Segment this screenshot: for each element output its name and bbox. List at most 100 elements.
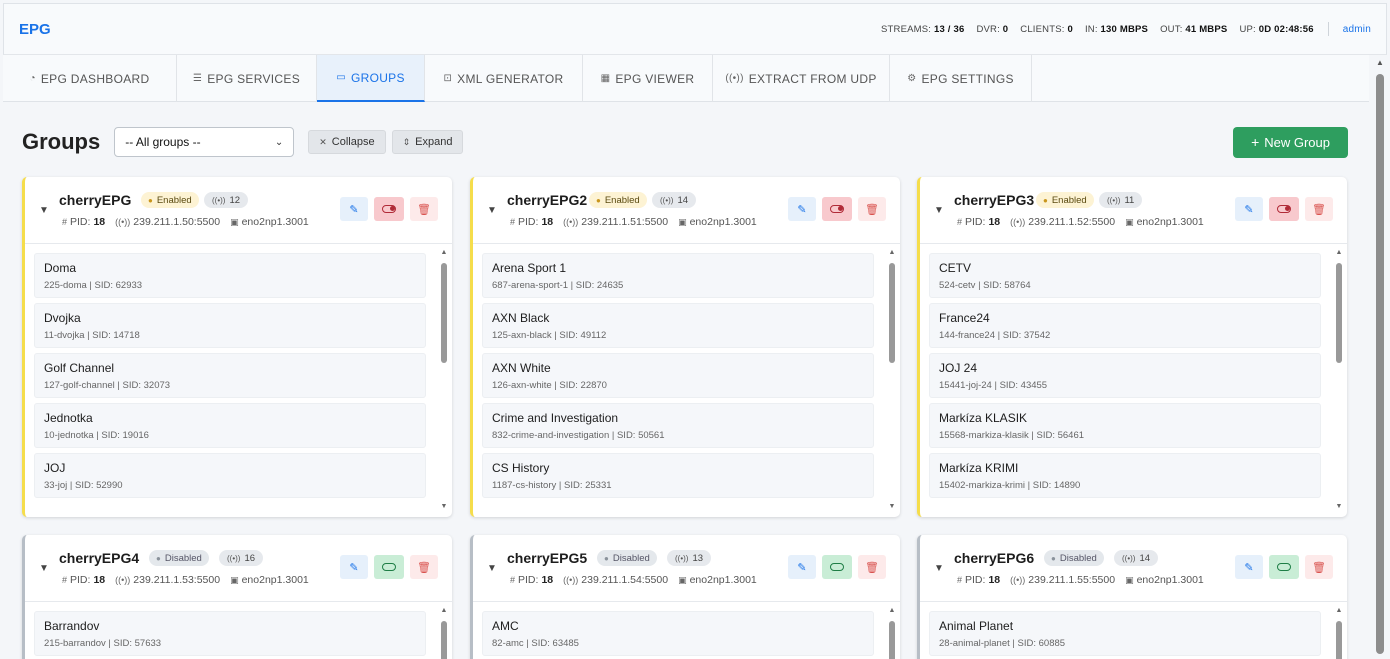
service-details: 15441-joj-24 | SID: 43455	[939, 380, 1048, 391]
edit-group-button[interactable]: ✎	[340, 555, 368, 579]
tab-extract-from-udp[interactable]: ((•)) EXTRACT FROM UDP	[713, 55, 890, 102]
service-item[interactable]: France24 144-france24 | SID: 37542	[929, 303, 1321, 348]
delete-group-button[interactable]: 🗑	[858, 197, 886, 221]
tab-epg-dashboard[interactable]: ◔ EPG DASHBOARD	[3, 55, 177, 102]
stat-uptime: UP: 0D 02:48:56	[1239, 23, 1314, 35]
group-name: cherryEPG	[59, 192, 132, 208]
scroll-up-arrow-icon[interactable]: ▲	[440, 607, 448, 614]
caret-down-icon[interactable]: ▼	[487, 205, 497, 216]
service-list-scrollbar[interactable]: ▲	[888, 605, 896, 659]
service-item[interactable]: CS History 1187-cs-history | SID: 25331	[482, 453, 874, 498]
service-name: AMC	[492, 619, 519, 633]
service-item[interactable]: AXN Black 125-axn-black | SID: 49112	[482, 303, 874, 348]
toggle-group-button[interactable]	[1269, 197, 1299, 221]
scroll-up-arrow-icon[interactable]: ▲	[440, 249, 448, 256]
caret-down-icon[interactable]: ▼	[39, 563, 49, 574]
delete-group-button[interactable]: 🗑	[410, 197, 438, 221]
service-item[interactable]: JOJ 24 15441-joj-24 | SID: 43455	[929, 353, 1321, 398]
service-item[interactable]: Arena Sport 1 687-arena-sport-1 | SID: 24…	[482, 253, 874, 298]
scroll-up-arrow-icon[interactable]: ▲	[888, 607, 896, 614]
service-list-scrollbar[interactable]: ▲	[1335, 605, 1343, 659]
broadcast-icon: ((•))	[115, 217, 131, 227]
service-item[interactable]: Dvojka 11-dvojka | SID: 14718	[34, 303, 426, 348]
service-list-scrollbar[interactable]: ▲ ▼	[1335, 247, 1343, 517]
scroll-down-arrow-icon[interactable]: ▼	[440, 503, 448, 510]
page-scrollbar-thumb[interactable]	[1376, 74, 1384, 654]
service-item[interactable]: Barrandov 215-barrandov | SID: 57633	[34, 611, 426, 656]
scroll-down-arrow-icon[interactable]: ▼	[888, 503, 896, 510]
brand-logo[interactable]: EPG	[19, 21, 51, 38]
delete-group-button[interactable]: 🗑	[1305, 197, 1333, 221]
service-item[interactable]: Markíza KRIMI 15402-markiza-krimi | SID: …	[929, 453, 1321, 498]
status-stats: STREAMS: 13 / 36 DVR: 0 CLIENTS: 0 IN: 1…	[869, 22, 1371, 36]
edit-group-button[interactable]: ✎	[788, 197, 816, 221]
group-meta: # PID: 18 ((•)) 239.211.1.55:5500 ▣ eno2np1.30…	[957, 574, 1204, 586]
caret-down-icon[interactable]: ▼	[934, 205, 944, 216]
service-item[interactable]: Jednotka 10-jednotka | SID: 19016	[34, 403, 426, 448]
service-item[interactable]: Crime and Investigation 832-crime-and-inv…	[482, 403, 874, 448]
toggle-group-button[interactable]	[822, 555, 852, 579]
service-list-scrollbar[interactable]: ▲ ▼	[888, 247, 896, 517]
toggle-group-button[interactable]	[1269, 555, 1299, 579]
caret-down-icon[interactable]: ▼	[39, 205, 49, 216]
collapse-button[interactable]: ✕ Collapse	[308, 130, 386, 154]
service-list-scrollbar[interactable]: ▲	[440, 605, 448, 659]
gauge-icon: ◔	[29, 73, 36, 84]
tab-xml-generator[interactable]: ⊡ XML GENERATOR	[425, 55, 583, 102]
edit-group-button[interactable]: ✎	[340, 197, 368, 221]
service-list-scrollbar-thumb[interactable]	[889, 263, 895, 363]
service-list-scrollbar-thumb[interactable]	[889, 621, 895, 659]
group-card-header: ▼ cherryEPG6 ● Disabled ((•)) 14 # PID: 18 ((•)) 2…	[920, 535, 1347, 602]
service-details: 125-axn-black | SID: 49112	[492, 330, 607, 341]
service-list: Barrandov 215-barrandov | SID: 57633	[34, 611, 426, 659]
scroll-up-arrow-icon[interactable]: ▲	[1374, 58, 1386, 67]
toggle-group-button[interactable]	[822, 197, 852, 221]
edit-group-button[interactable]: ✎	[788, 555, 816, 579]
service-item[interactable]: JOJ 33-joj | SID: 52990	[34, 453, 426, 498]
service-item[interactable]: Animal Planet 28-animal-planet | SID: 608…	[929, 611, 1321, 656]
edit-group-button[interactable]: ✎	[1235, 555, 1263, 579]
service-details: 10-jednotka | SID: 19016	[44, 430, 149, 441]
service-list-scrollbar-thumb[interactable]	[441, 621, 447, 659]
delete-group-button[interactable]: 🗑	[858, 555, 886, 579]
service-count-badge: ((•)) 13	[667, 550, 712, 566]
caret-down-icon[interactable]: ▼	[934, 563, 944, 574]
broadcast-icon: ((•))	[675, 553, 689, 563]
user-menu-link[interactable]: admin	[1343, 24, 1371, 35]
service-details: 524-cetv | SID: 58764	[939, 280, 1031, 291]
scroll-down-arrow-icon[interactable]: ▼	[1335, 503, 1343, 510]
scroll-up-arrow-icon[interactable]: ▲	[1335, 607, 1343, 614]
service-item[interactable]: CETV 524-cetv | SID: 58764	[929, 253, 1321, 298]
service-list-scrollbar-thumb[interactable]	[441, 263, 447, 363]
tab-epg-services[interactable]: ☰ EPG SERVICES	[177, 55, 317, 102]
scroll-up-arrow-icon[interactable]: ▲	[888, 249, 896, 256]
new-group-button[interactable]: + New Group	[1233, 126, 1348, 158]
tab-groups[interactable]: ▭ GROUPS	[317, 55, 425, 102]
toggle-group-button[interactable]	[374, 197, 404, 221]
scroll-up-arrow-icon[interactable]: ▲	[1335, 249, 1343, 256]
group-filter-select[interactable]: -- All groups -- ⌄	[114, 127, 295, 157]
page-scrollbar[interactable]: ▲	[1374, 58, 1386, 659]
tab-epg-viewer[interactable]: ▦ EPG VIEWER	[583, 55, 713, 102]
service-item[interactable]: Markíza KLASIK 15568-markiza-klasik | SID…	[929, 403, 1321, 448]
edit-group-button[interactable]: ✎	[1235, 197, 1263, 221]
delete-group-button[interactable]: 🗑	[1305, 555, 1333, 579]
toggle-group-button[interactable]	[374, 555, 404, 579]
chevron-down-icon: ⌄	[274, 136, 284, 148]
service-list-scrollbar[interactable]: ▲ ▼	[440, 247, 448, 517]
caret-down-icon[interactable]: ▼	[487, 563, 497, 574]
service-list-scrollbar-thumb[interactable]	[1336, 621, 1342, 659]
service-item[interactable]: AXN White 126-axn-white | SID: 22870	[482, 353, 874, 398]
network-interface-icon: ▣	[1125, 574, 1134, 585]
service-details: 127-golf-channel | SID: 32073	[44, 380, 171, 391]
service-list-scrollbar-thumb[interactable]	[1336, 263, 1342, 363]
tab-epg-settings[interactable]: ⚙ EPG SETTINGS	[890, 55, 1032, 102]
delete-group-button[interactable]: 🗑	[410, 555, 438, 579]
service-item[interactable]: Golf Channel 127-golf-channel | SID: 3207…	[34, 353, 426, 398]
group-card: ▼ cherryEPG5 ● Disabled ((•)) 13 # PID: 18 ((•)) 2…	[470, 535, 900, 659]
top-bar: EPG STREAMS: 13 / 36 DVR: 0 CLIENTS: 0 I…	[3, 3, 1387, 55]
service-item[interactable]: AMC 82-amc | SID: 63485	[482, 611, 874, 656]
expand-button[interactable]: ⇕ Expand	[391, 130, 464, 154]
group-card-header: ▼ cherryEPG ● Enabled ((•)) 12 # PID: 18 ((•)) 239…	[25, 177, 452, 244]
service-item[interactable]: Doma 225-doma | SID: 62933	[34, 253, 426, 298]
